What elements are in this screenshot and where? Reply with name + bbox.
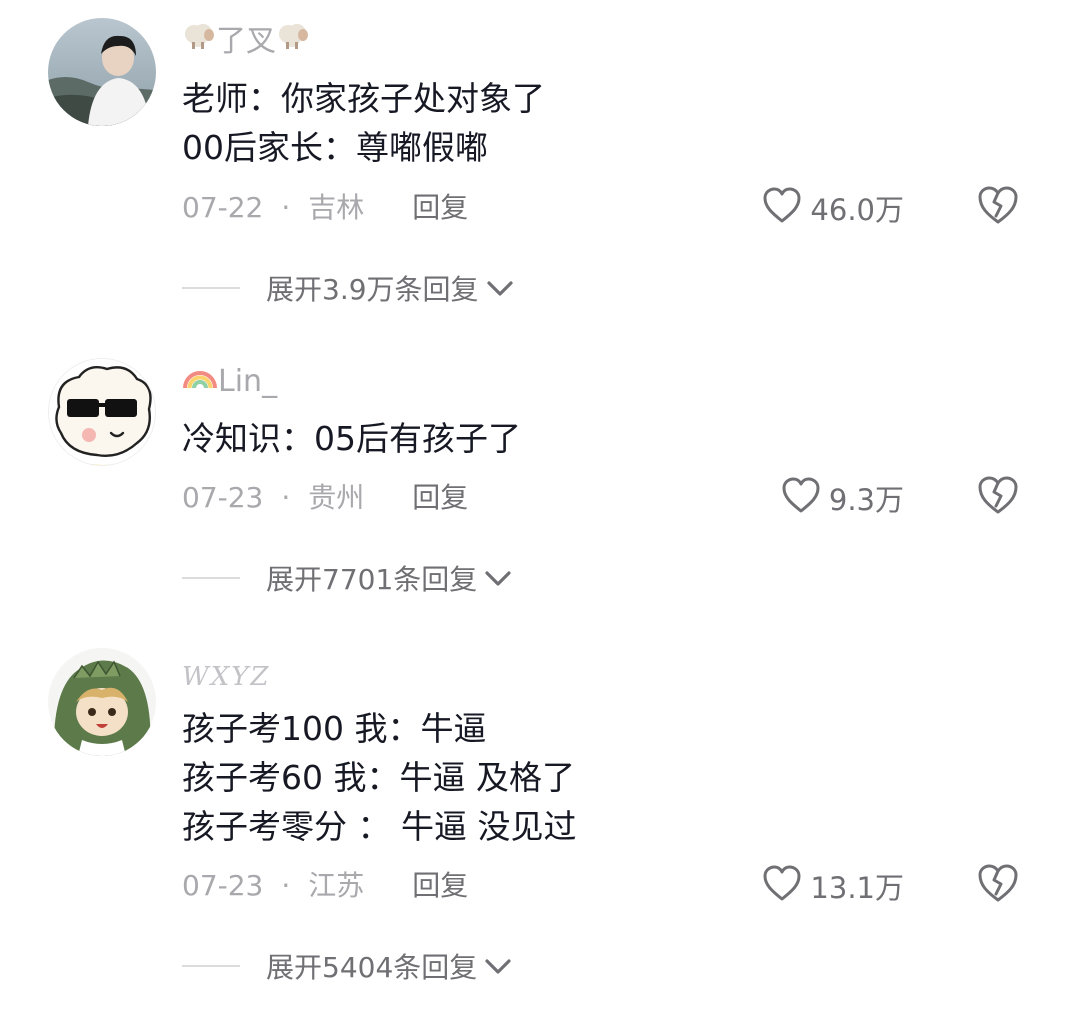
chevron-down-icon xyxy=(485,278,515,298)
sheep-icon xyxy=(182,20,216,61)
username-text: WXYZ xyxy=(182,662,271,692)
comment-line: 老师：你家孩子处对象了 xyxy=(182,79,545,118)
expand-replies-button[interactable]: 展开5404条回复 xyxy=(182,946,513,986)
username[interactable]: WXYZ xyxy=(182,656,270,697)
heart-outline-icon xyxy=(762,864,802,909)
like-button[interactable]: 9.3万 xyxy=(781,476,904,520)
username-text: 了叉 xyxy=(216,24,276,59)
expand-replies-label: 展开3.9万条回复 xyxy=(266,273,479,306)
divider-line xyxy=(182,577,240,579)
dislike-button[interactable] xyxy=(976,862,1020,906)
comment-meta: 07-23 · 贵州 回复 xyxy=(182,481,469,514)
comment-location: 吉林 xyxy=(308,191,365,224)
heart-outline-icon xyxy=(781,476,821,521)
comment-meta: 07-23 · 江苏 回复 xyxy=(182,869,469,902)
chevron-down-icon xyxy=(483,568,513,588)
expand-replies-label: 展开5404条回复 xyxy=(266,951,478,984)
like-button[interactable]: 46.0万 xyxy=(762,186,904,230)
rainbow-icon xyxy=(182,360,218,401)
comment-date: 07-22 xyxy=(182,191,264,224)
reply-button[interactable]: 回复 xyxy=(412,869,468,902)
username[interactable]: 了叉 xyxy=(182,22,310,62)
comment-line: 孩子考零分 ： 牛逼 没见过 xyxy=(182,807,577,846)
comment-line: 孩子考100 我：牛逼 xyxy=(182,709,487,748)
avatar[interactable] xyxy=(48,358,156,466)
comment-location: 贵州 xyxy=(308,481,365,514)
avatar[interactable] xyxy=(48,18,156,126)
divider-line xyxy=(182,287,240,289)
username[interactable]: Lin_ xyxy=(182,362,277,402)
expand-replies-button[interactable]: 展开7701条回复 xyxy=(182,558,513,598)
comment-location: 江苏 xyxy=(308,869,365,902)
heart-outline-icon xyxy=(762,186,802,231)
comment-line: 孩子考60 我：牛逼 及格了 xyxy=(182,758,575,797)
comment-text: 孩子考100 我：牛逼 孩子考60 我：牛逼 及格了 孩子考零分 ： 牛逼 没见… xyxy=(182,704,576,851)
sheep-icon xyxy=(276,20,310,61)
broken-heart-icon xyxy=(976,186,1020,230)
comment-line: 00后家长：尊嘟假嘟 xyxy=(182,128,488,167)
chevron-down-icon xyxy=(483,956,513,976)
divider-line xyxy=(182,965,240,967)
dislike-button[interactable] xyxy=(976,184,1020,228)
comment-date: 07-23 xyxy=(182,869,264,902)
username-text: Lin_ xyxy=(218,364,278,399)
like-count: 9.3万 xyxy=(828,483,904,517)
expand-replies-button[interactable]: 展开3.9万条回复 xyxy=(182,268,515,308)
like-count: 13.1万 xyxy=(810,871,904,905)
like-count: 46.0万 xyxy=(810,193,904,227)
avatar[interactable] xyxy=(48,648,156,756)
comment-line: 冷知识：05后有孩子了 xyxy=(182,419,521,458)
comment-date: 07-23 xyxy=(182,481,264,514)
reply-button[interactable]: 回复 xyxy=(412,191,468,224)
expand-replies-label: 展开7701条回复 xyxy=(266,563,478,596)
reply-button[interactable]: 回复 xyxy=(412,481,468,514)
comment-text: 老师：你家孩子处对象了 00后家长：尊嘟假嘟 xyxy=(182,74,545,172)
dislike-button[interactable] xyxy=(976,474,1020,518)
like-button[interactable]: 13.1万 xyxy=(762,864,904,908)
comment-text: 冷知识：05后有孩子了 xyxy=(182,414,521,463)
comment-meta: 07-22 · 吉林 回复 xyxy=(182,191,469,224)
broken-heart-icon xyxy=(976,476,1020,520)
broken-heart-icon xyxy=(976,864,1020,908)
